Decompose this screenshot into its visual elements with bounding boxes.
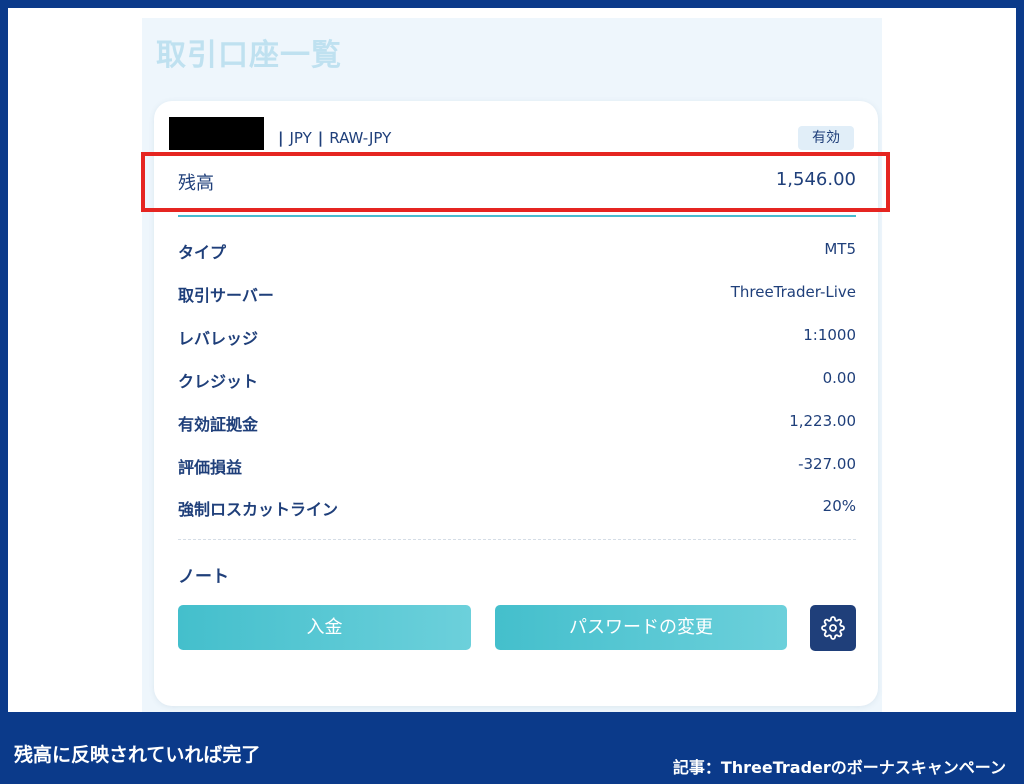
- detail-row-type: タイプ MT5: [178, 239, 856, 263]
- footer-caption: 残高に反映されていれば完了: [14, 744, 261, 766]
- detail-value: ThreeTrader-Live: [730, 283, 856, 301]
- divider: [178, 215, 856, 217]
- account-currency: JPY: [289, 129, 312, 147]
- detail-row-equity: 有効証拠金 1,223.00: [178, 411, 856, 435]
- divider: [178, 539, 856, 540]
- redacted-account-number: [169, 117, 264, 150]
- detail-row-credit: クレジット 0.00: [178, 368, 856, 392]
- detail-label: 取引サーバー: [178, 286, 274, 305]
- note-label: ノート: [178, 567, 229, 587]
- detail-label: レバレッジ: [178, 329, 259, 348]
- detail-value: MT5: [824, 240, 856, 258]
- detail-row-server: 取引サーバー ThreeTrader-Live: [178, 282, 856, 306]
- detail-label: 評価損益: [178, 458, 243, 477]
- deposit-button[interactable]: 入金: [178, 605, 471, 650]
- detail-row-floating-pl: 評価損益 -327.00: [178, 454, 856, 478]
- balance-label: 残高: [178, 173, 214, 194]
- separator: |: [317, 129, 324, 147]
- page-title: 取引口座一覧: [156, 38, 342, 73]
- separator: |: [278, 129, 284, 147]
- status-badge: 有効: [798, 126, 854, 150]
- detail-value: -327.00: [798, 455, 856, 473]
- account-meta: | JPY | RAW-JPY: [272, 129, 391, 147]
- account-group: RAW-JPY: [329, 129, 392, 147]
- detail-label: 強制ロスカットライン: [178, 500, 339, 519]
- detail-label: タイプ: [178, 243, 227, 262]
- detail-label: クレジット: [178, 372, 259, 391]
- change-password-button[interactable]: パスワードの変更: [495, 605, 787, 650]
- detail-row-leverage: レバレッジ 1:1000: [178, 325, 856, 349]
- detail-label: 有効証拠金: [178, 415, 259, 434]
- detail-value: 1:1000: [803, 326, 856, 344]
- gear-icon: [821, 616, 845, 640]
- balance-value: 1,546.00: [775, 169, 856, 190]
- detail-row-stop-out: 強制ロスカットライン 20%: [178, 496, 856, 520]
- detail-value: 1,223.00: [789, 412, 856, 430]
- detail-value: 20%: [822, 497, 856, 515]
- settings-button[interactable]: [810, 605, 856, 651]
- detail-value: 0.00: [822, 369, 856, 387]
- footer-article-credit: 記事：ThreeTraderのボーナスキャンペーン: [672, 758, 1006, 777]
